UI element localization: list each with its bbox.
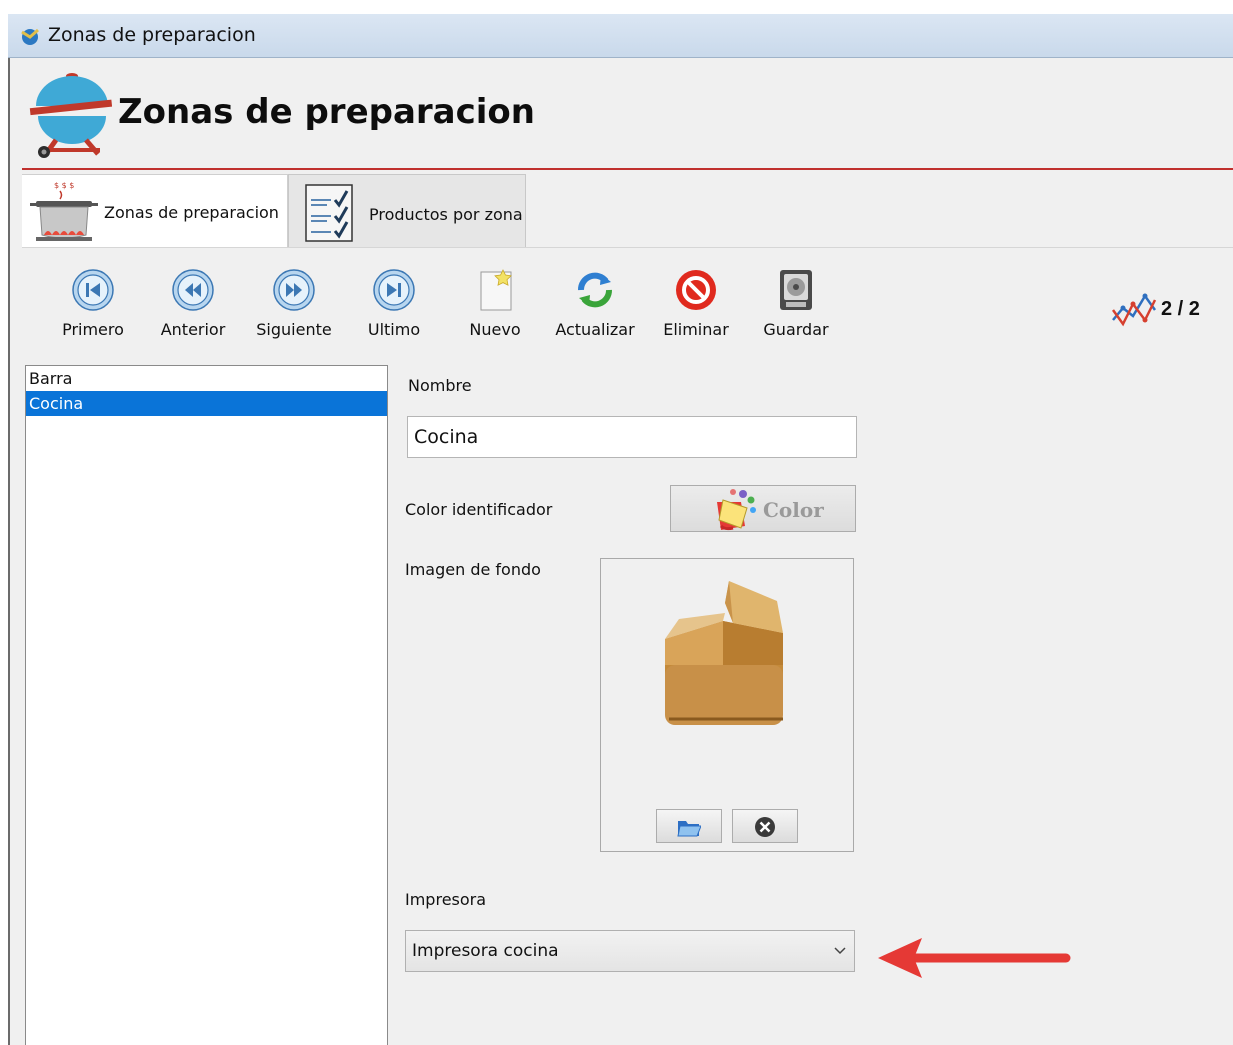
imagen-label: Imagen de fondo <box>405 560 541 579</box>
zone-list[interactable]: Barra Cocina <box>25 365 388 1045</box>
record-counter: 2 / 2 <box>1111 290 1221 330</box>
package-box-icon <box>665 581 783 725</box>
close-icon <box>755 817 775 837</box>
color-button[interactable]: Color <box>670 485 856 532</box>
tab-bar: $ $ $ Zonas de preparacion Productos por… <box>22 174 1233 248</box>
svg-text:$ $ $: $ $ $ <box>54 181 74 190</box>
tab-zonas-de-preparacion[interactable]: $ $ $ Zonas de preparacion <box>22 174 288 248</box>
new-document-icon <box>480 269 512 311</box>
nombre-input[interactable]: Cocina <box>407 416 857 458</box>
color-button-label: Color <box>763 498 824 522</box>
toolbar: Primero Anterior Siguiente Ultimo Nuevo … <box>22 248 1233 358</box>
previous-label: Anterior <box>160 320 226 339</box>
refresh-label: Actualizar <box>555 320 635 339</box>
color-palette-icon <box>717 489 756 531</box>
red-arrow-annotation <box>878 938 1071 978</box>
page-header: Zonas de preparacion <box>22 58 1233 170</box>
clear-image-button[interactable] <box>732 809 798 843</box>
printer-select-value: Impresora cocina <box>412 941 559 961</box>
new-label: Nuevo <box>469 320 521 339</box>
delete-icon <box>676 270 716 310</box>
record-count-text: 2 / 2 <box>1161 298 1200 320</box>
nombre-label: Nombre <box>408 376 472 395</box>
last-label: Ultimo <box>367 320 421 339</box>
first-label: Primero <box>62 320 124 339</box>
refresh-button[interactable]: Actualizar <box>545 262 645 348</box>
last-button[interactable]: Ultimo <box>344 262 444 348</box>
previous-record-icon <box>172 269 214 311</box>
chevron-down-icon <box>834 947 846 955</box>
cooking-pot-icon: $ $ $ <box>30 181 98 241</box>
tab-productos-por-zona[interactable]: Productos por zona <box>288 174 526 248</box>
main-window: Zonas de preparacion $ $ $ Zonas de prep… <box>10 58 1233 1045</box>
next-label: Siguiente <box>256 320 332 339</box>
last-record-icon <box>373 269 415 311</box>
next-button[interactable]: Siguiente <box>244 262 344 348</box>
barbecue-grill-icon <box>29 73 112 158</box>
open-image-button[interactable] <box>656 809 722 843</box>
open-folder-icon <box>677 821 701 837</box>
image-preview-panel <box>600 558 854 852</box>
first-record-icon <box>72 269 114 311</box>
next-record-icon <box>273 269 315 311</box>
previous-button[interactable]: Anterior <box>143 262 243 348</box>
refresh-icon <box>578 272 612 308</box>
list-item-selected[interactable]: Cocina <box>26 391 387 416</box>
delete-label: Eliminar <box>663 320 729 339</box>
printer-select[interactable]: Impresora cocina <box>405 930 855 972</box>
checklist-icon <box>305 184 353 242</box>
first-button[interactable]: Primero <box>43 262 143 348</box>
window-title: Zonas de preparacion <box>48 24 256 46</box>
page-title: Zonas de preparacion <box>118 92 535 132</box>
save-disk-icon <box>780 270 812 310</box>
color-label: Color identificador <box>405 500 553 519</box>
window-titlebar: Zonas de preparacion <box>8 14 1233 58</box>
tab-label-productos: Productos por zona <box>369 205 523 224</box>
impresora-label: Impresora <box>405 890 487 909</box>
chart-line-icon <box>1111 293 1157 327</box>
new-button[interactable]: Nuevo <box>445 262 545 348</box>
delete-button[interactable]: Eliminar <box>646 262 746 348</box>
save-button[interactable]: Guardar <box>746 262 846 348</box>
app-icon <box>21 28 39 45</box>
tab-label-zonas: Zonas de preparacion <box>104 203 279 222</box>
list-item[interactable]: Barra <box>26 366 387 391</box>
save-label: Guardar <box>763 320 829 339</box>
